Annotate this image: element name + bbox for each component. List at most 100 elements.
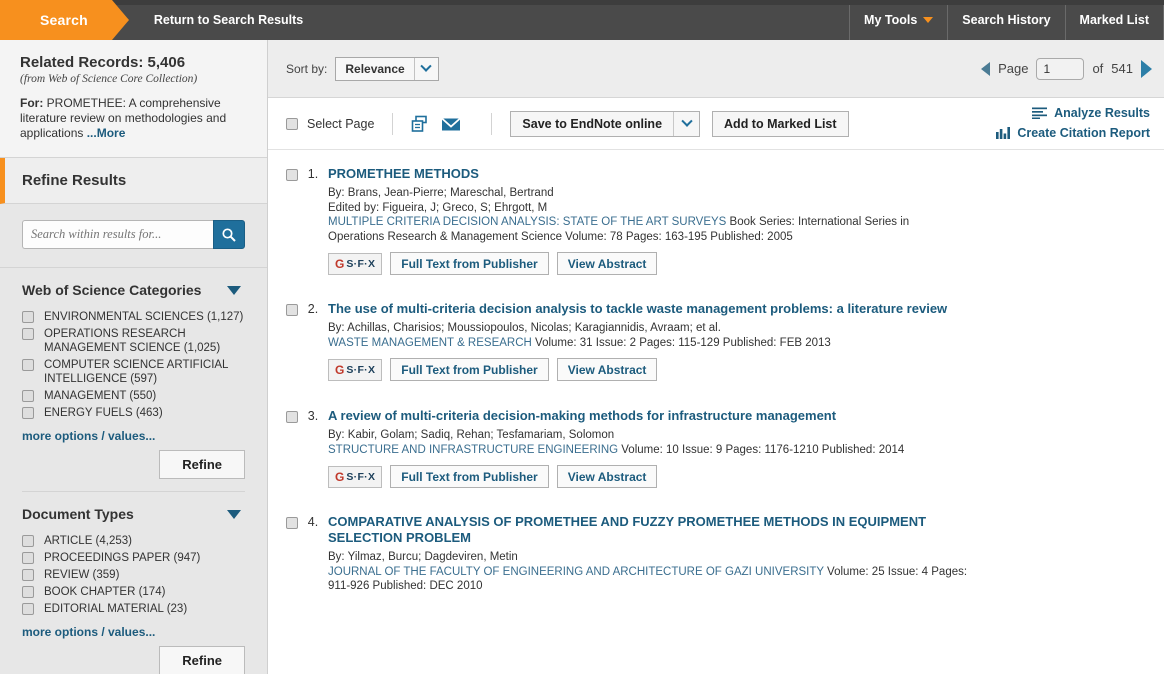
analysis-tools: Analyze Results Create Citation Report <box>996 106 1150 146</box>
next-page-icon[interactable] <box>1141 59 1152 78</box>
full-text-button[interactable]: Full Text from Publisher <box>390 252 549 275</box>
facet-item-label: EDITORIAL MATERIAL (23) <box>44 603 188 615</box>
facet-title: Web of Science Categories <box>22 282 202 298</box>
more-link[interactable]: ...More <box>87 126 126 140</box>
view-abstract-button[interactable]: View Abstract <box>556 465 658 488</box>
search-history-label: Search History <box>962 13 1051 27</box>
sort-by-value: Relevance <box>345 61 405 76</box>
record-title-link[interactable]: PROMETHEE METHODS <box>328 166 948 182</box>
left-sidebar: Related Records: 5,406 (from Web of Scie… <box>0 40 268 674</box>
view-abstract-button[interactable]: View Abstract <box>556 252 658 275</box>
facet-item[interactable]: ARTICLE (4,253) <box>22 534 245 548</box>
page-of-label: of <box>1092 61 1104 76</box>
view-abstract-button[interactable]: View Abstract <box>556 358 658 381</box>
facet-checkbox[interactable] <box>22 603 34 615</box>
search-within-results <box>0 204 267 268</box>
facet-checkbox[interactable] <box>22 552 34 564</box>
record-number: 3. <box>307 409 319 423</box>
facet-web-of-science-categories: Web of Science Categories ENVIRONMENTAL … <box>0 268 267 492</box>
record-source-title[interactable]: MULTIPLE CRITERIA DECISION ANALYSIS: STA… <box>328 216 726 228</box>
email-button[interactable] <box>441 116 462 132</box>
record-title-link[interactable]: The use of multi-criteria decision analy… <box>328 301 1018 317</box>
page-number-input[interactable] <box>1036 57 1085 80</box>
record-actions: G S·F·X Full Text from Publisher View Abs… <box>328 252 948 275</box>
facet-item[interactable]: MANAGEMENT (550) <box>22 389 245 403</box>
save-to-endnote-label: Save to EndNote online <box>522 116 663 131</box>
facet-item[interactable]: ENVIRONMENTAL SCIENCES (1,127) <box>22 310 245 324</box>
facet-item[interactable]: PROCEEDINGS PAPER (947) <box>22 551 245 565</box>
record-source-title[interactable]: JOURNAL OF THE FACULTY OF ENGINEERING AN… <box>328 566 824 578</box>
full-text-button[interactable]: Full Text from Publisher <box>390 358 549 381</box>
related-records-source: (from Web of Science Core Collection) <box>20 73 198 85</box>
record-title-link[interactable]: A review of multi-criteria decision-maki… <box>328 408 1018 424</box>
record-authors: By: Brans, Jean-Pierre; Mareschal, Bertr… <box>328 187 554 199</box>
facet-checkbox[interactable] <box>22 390 34 402</box>
refine-button[interactable]: Refine <box>159 450 245 479</box>
refine-button-wrap: Refine <box>22 450 245 479</box>
search-history-link[interactable]: Search History <box>947 0 1064 40</box>
search-within-button[interactable] <box>213 220 245 249</box>
sfx-link-button[interactable]: G S·F·X <box>328 252 383 275</box>
facet-item[interactable]: EDITORIAL MATERIAL (23) <box>22 602 245 616</box>
save-to-endnote-button[interactable]: Save to EndNote online <box>510 110 701 137</box>
facet-item-label: ENVIRONMENTAL SCIENCES (1,127) <box>44 311 244 323</box>
return-to-search-results-link[interactable]: Return to Search Results <box>112 0 303 40</box>
facet-checkbox[interactable] <box>22 328 34 340</box>
record-checkbox[interactable] <box>286 169 298 181</box>
related-records-query: For: PROMETHEE: A comprehensive literatu… <box>20 96 247 141</box>
refine-button[interactable]: Refine <box>159 646 245 674</box>
facet-header[interactable]: Document Types <box>22 506 245 522</box>
create-citation-report-link[interactable]: Create Citation Report <box>996 126 1150 140</box>
facet-checkbox[interactable] <box>22 569 34 581</box>
record-source-title[interactable]: WASTE MANAGEMENT & RESEARCH <box>328 337 532 349</box>
facet-checkbox[interactable] <box>22 586 34 598</box>
print-button[interactable] <box>411 115 429 133</box>
record-source-line: WASTE MANAGEMENT & RESEARCH Volume: 31 I… <box>328 336 1018 351</box>
search-tab[interactable]: Search <box>0 0 129 40</box>
facet-item[interactable]: BOOK CHAPTER (174) <box>22 585 245 599</box>
facet-checkbox[interactable] <box>22 359 34 371</box>
more-options-link[interactable]: more options / values... <box>22 625 245 639</box>
facet-title: Document Types <box>22 506 134 522</box>
sfx-link-button[interactable]: G S·F·X <box>328 358 383 381</box>
record-actions: G S·F·X Full Text from Publisher View Abs… <box>328 358 1018 381</box>
select-page-control[interactable]: Select Page <box>286 117 374 131</box>
record-checkbox[interactable] <box>286 411 298 423</box>
sort-by-select[interactable]: Relevance <box>335 56 439 81</box>
results-list: 1. PROMETHEE METHODS By: Brans, Jean-Pie… <box>268 150 1164 594</box>
my-tools-menu[interactable]: My Tools <box>849 0 947 40</box>
record-source-title[interactable]: STRUCTURE AND INFRASTRUCTURE ENGINEERING <box>328 444 618 456</box>
sfx-link-button[interactable]: G S·F·X <box>328 465 383 488</box>
record-checkbox[interactable] <box>286 304 298 316</box>
sfx-g-label: G <box>335 362 345 377</box>
search-within-input[interactable] <box>22 220 213 249</box>
record-title-link[interactable]: COMPARATIVE ANALYSIS OF PROMETHEE AND FU… <box>328 514 988 546</box>
record-source-details: Volume: 10 Issue: 9 Pages: 1176-1210 Pub… <box>618 443 905 456</box>
facet-header[interactable]: Web of Science Categories <box>22 282 245 298</box>
record-body: The use of multi-criteria decision analy… <box>328 301 1018 381</box>
facet-document-types: Document Types ARTICLE (4,253) PROCEEDIN… <box>0 492 267 674</box>
chevron-down-icon[interactable] <box>673 111 699 136</box>
facet-item[interactable]: REVIEW (359) <box>22 568 245 582</box>
marked-list-link[interactable]: Marked List <box>1064 0 1164 40</box>
record-number: 1. <box>307 167 319 181</box>
record-authors: By: Yilmaz, Burcu; Dagdeviren, Metin <box>328 551 518 563</box>
previous-page-icon[interactable] <box>981 61 991 76</box>
record-authors: By: Kabir, Golam; Sadiq, Rehan; Tesfamar… <box>328 429 615 441</box>
facet-item[interactable]: ENERGY FUELS (463) <box>22 406 245 420</box>
sfx-label: S·F·X <box>346 363 376 376</box>
record-checkbox[interactable] <box>286 517 298 529</box>
add-to-marked-list-button[interactable]: Add to Marked List <box>712 110 849 137</box>
more-options-link[interactable]: more options / values... <box>22 429 245 443</box>
facet-item[interactable]: OPERATIONS RESEARCH MANAGEMENT SCIENCE (… <box>22 327 245 355</box>
facet-checkbox[interactable] <box>22 311 34 323</box>
search-tab-label: Search <box>40 12 88 28</box>
facet-item[interactable]: COMPUTER SCIENCE ARTIFICIAL INTELLIGENCE… <box>22 358 245 386</box>
facet-checkbox[interactable] <box>22 407 34 419</box>
facet-checkbox[interactable] <box>22 535 34 547</box>
full-text-button[interactable]: Full Text from Publisher <box>390 465 549 488</box>
analyze-results-link[interactable]: Analyze Results <box>996 106 1150 120</box>
facet-item-label: ENERGY FUELS (463) <box>44 407 163 419</box>
select-page-checkbox[interactable] <box>286 117 298 130</box>
analyze-results-label: Analyze Results <box>1054 106 1150 120</box>
